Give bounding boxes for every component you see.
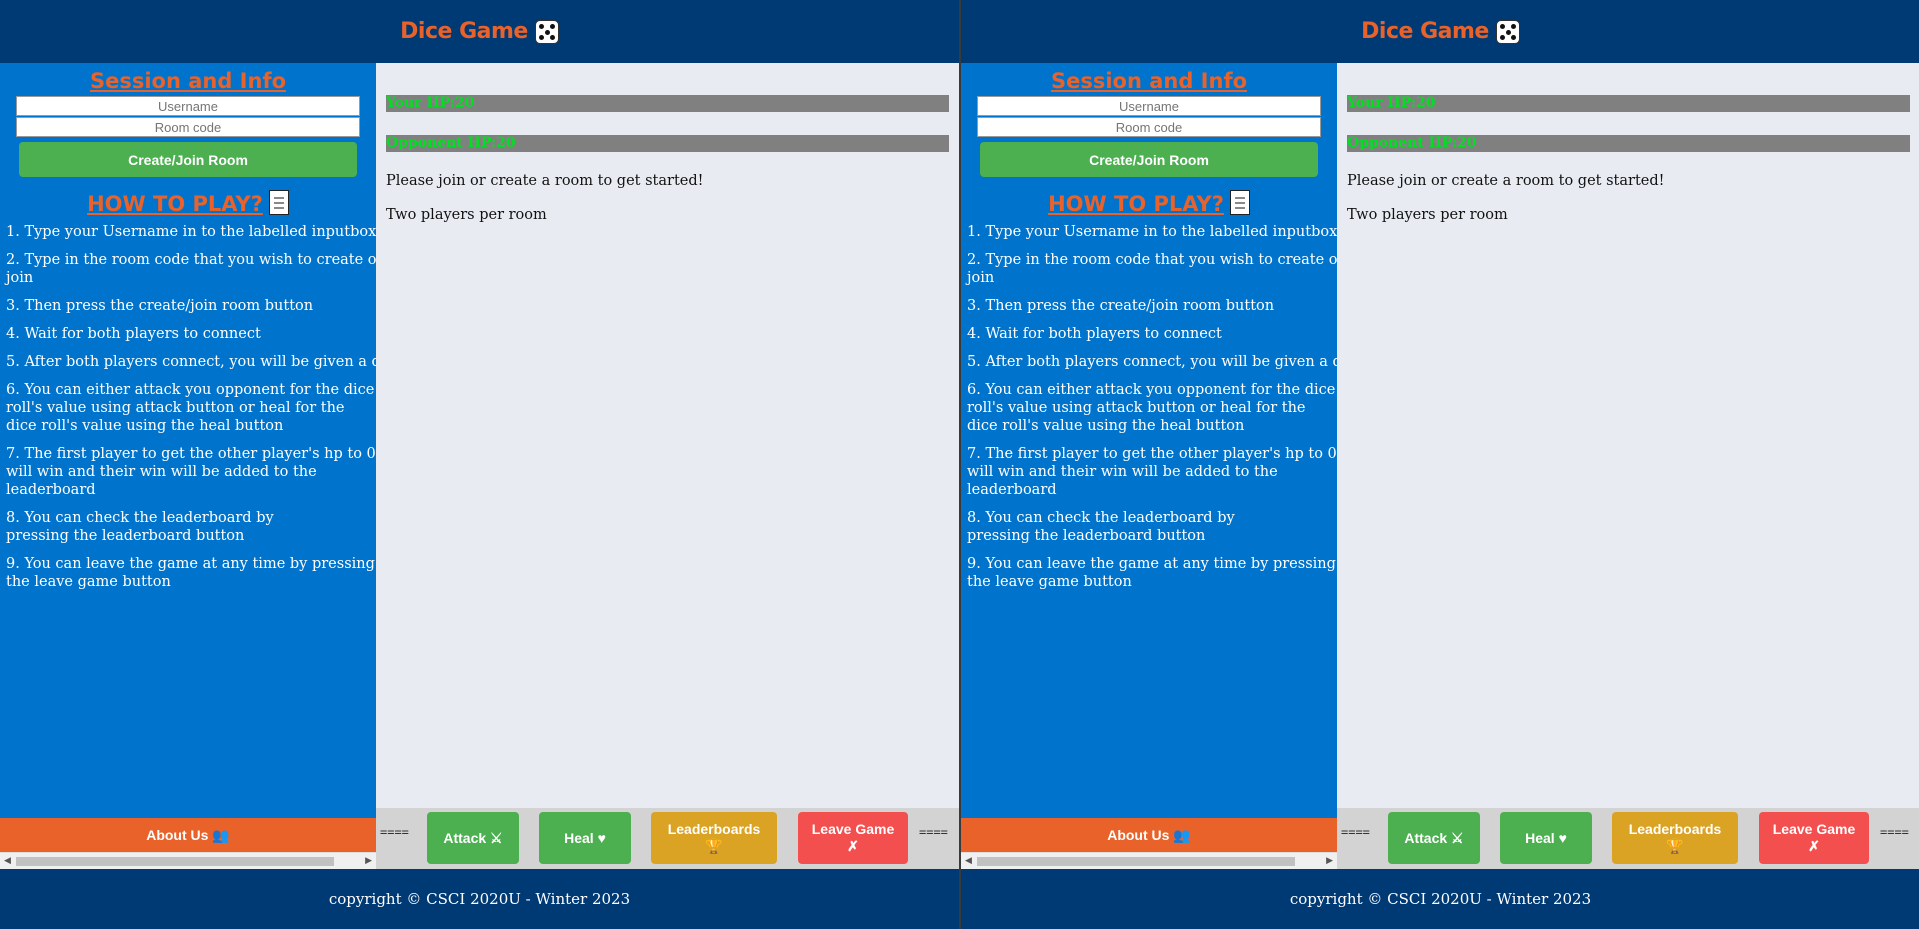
die-icon — [1495, 19, 1520, 44]
how-to-play-title: HOW TO PLAY? — [961, 189, 1337, 219]
create-join-room-button[interactable]: Create/Join Room — [980, 142, 1318, 177]
list-item: 4. Wait for both players to connect — [967, 326, 1222, 342]
scroll-left-icon[interactable]: ◀ — [4, 856, 11, 866]
sidebar: Session and Info Create/Join Room HOW TO… — [961, 63, 1337, 818]
list-item: 5. After both players connect, you will … — [6, 354, 376, 370]
document-icon — [1229, 190, 1250, 215]
app-title: Dice Game — [1361, 19, 1489, 44]
header: Dice Game — [961, 0, 1919, 63]
list-item: 1. Type your Username in to the labelled… — [967, 224, 1337, 240]
create-join-room-button[interactable]: Create/Join Room — [19, 142, 357, 177]
list-item: 2. Type in the room code that you wish t… — [6, 252, 376, 286]
scroll-left-icon[interactable]: ◀ — [965, 856, 972, 866]
attack-button[interactable]: Attack ⚔ — [1388, 812, 1480, 864]
action-toolbar: ==== Attack ⚔ Heal ♥ Leaderboards 🏆 Leav… — [1337, 808, 1919, 869]
list-item: 7. The first player to get the other pla… — [6, 446, 376, 498]
list-item: 1. Type your Username in to the labelled… — [6, 224, 376, 240]
game-area: Your HP:20 Opponent HP:20 Please join or… — [376, 63, 959, 808]
instructions-list: 1. Type your Username in to the labelled… — [0, 219, 376, 591]
footer: copyright © CSCI 2020U - Winter 2023 — [0, 869, 959, 929]
status-message: Please join or create a room to get star… — [1347, 173, 1665, 189]
how-to-play-title: HOW TO PLAY? — [0, 189, 376, 219]
attack-button[interactable]: Attack ⚔ — [427, 812, 519, 864]
your-hp-bar: Your HP:20 — [1347, 95, 1910, 112]
separator: ==== — [1341, 825, 1370, 839]
your-hp-bar: Your HP:20 — [386, 95, 949, 112]
game-window-right: Dice Game Session and Info Create/Join R… — [961, 0, 1919, 929]
horizontal-scrollbar[interactable]: ◀ ▶ — [0, 852, 376, 869]
instructions-list: 1. Type your Username in to the labelled… — [961, 219, 1337, 591]
list-item: 9. You can leave the game at any time by… — [967, 556, 1336, 590]
heal-button[interactable]: Heal ♥ — [539, 812, 631, 864]
footer: copyright © CSCI 2020U - Winter 2023 — [961, 869, 1919, 929]
trophy-icon: 🏆 — [705, 838, 723, 854]
list-item: 8. You can check the leaderboard by pres… — [6, 510, 274, 544]
list-item: 6. You can either attack you opponent fo… — [967, 382, 1336, 434]
list-item: 7. The first player to get the other pla… — [967, 446, 1337, 498]
scrollbar-thumb[interactable] — [16, 857, 334, 866]
list-item: 2. Type in the room code that you wish t… — [967, 252, 1337, 286]
trophy-icon: 🏆 — [1666, 838, 1684, 854]
list-item: 6. You can either attack you opponent fo… — [6, 382, 375, 434]
scroll-right-icon[interactable]: ▶ — [365, 856, 372, 866]
list-item: 8. You can check the leaderboard by pres… — [967, 510, 1235, 544]
about-us-button[interactable]: About Us 👥 — [961, 818, 1337, 852]
leaderboards-button[interactable]: Leaderboards 🏆 — [1612, 812, 1738, 864]
die-icon — [534, 19, 559, 44]
scroll-right-icon[interactable]: ▶ — [1326, 856, 1333, 866]
username-input[interactable] — [977, 96, 1321, 116]
list-item: 5. After both players connect, you will … — [967, 354, 1337, 370]
room-code-input[interactable] — [977, 117, 1321, 137]
username-input[interactable] — [16, 96, 360, 116]
separator: ==== — [380, 825, 409, 839]
opponent-hp-bar: Opponent HP:20 — [386, 135, 949, 152]
document-icon — [268, 190, 289, 215]
sidebar: Session and Info Create/Join Room HOW TO… — [0, 63, 376, 818]
separator: ==== — [1880, 825, 1909, 839]
opponent-hp-bar: Opponent HP:20 — [1347, 135, 1910, 152]
scrollbar-thumb[interactable] — [977, 857, 1295, 866]
game-window-left: Dice Game Session and Info Create/Join R… — [0, 0, 959, 929]
list-item: 3. Then press the create/join room butto… — [967, 298, 1275, 314]
leave-game-button[interactable]: Leave Game ✗ — [1759, 812, 1869, 864]
room-info-message: Two players per room — [386, 207, 547, 223]
status-message: Please join or create a room to get star… — [386, 173, 704, 189]
action-toolbar: ==== Attack ⚔ Heal ♥ Leaderboards 🏆 Leav… — [376, 808, 959, 869]
list-item: 9. You can leave the game at any time by… — [6, 556, 375, 590]
leave-game-button[interactable]: Leave Game ✗ — [798, 812, 908, 864]
list-item: 3. Then press the create/join room butto… — [6, 298, 314, 314]
cross-icon: ✗ — [1808, 838, 1820, 854]
heal-button[interactable]: Heal ♥ — [1500, 812, 1592, 864]
leaderboards-button[interactable]: Leaderboards 🏆 — [651, 812, 777, 864]
room-code-input[interactable] — [16, 117, 360, 137]
header: Dice Game — [0, 0, 959, 63]
list-item: 4. Wait for both players to connect — [6, 326, 261, 342]
room-info-message: Two players per room — [1347, 207, 1508, 223]
session-title: Session and Info — [89, 69, 287, 93]
game-area: Your HP:20 Opponent HP:20 Please join or… — [1337, 63, 1919, 808]
horizontal-scrollbar[interactable]: ◀ ▶ — [961, 852, 1337, 869]
app-title: Dice Game — [400, 19, 528, 44]
about-us-button[interactable]: About Us 👥 — [0, 818, 376, 852]
cross-icon: ✗ — [847, 838, 859, 854]
session-title: Session and Info — [1050, 69, 1248, 93]
separator: ==== — [919, 825, 948, 839]
